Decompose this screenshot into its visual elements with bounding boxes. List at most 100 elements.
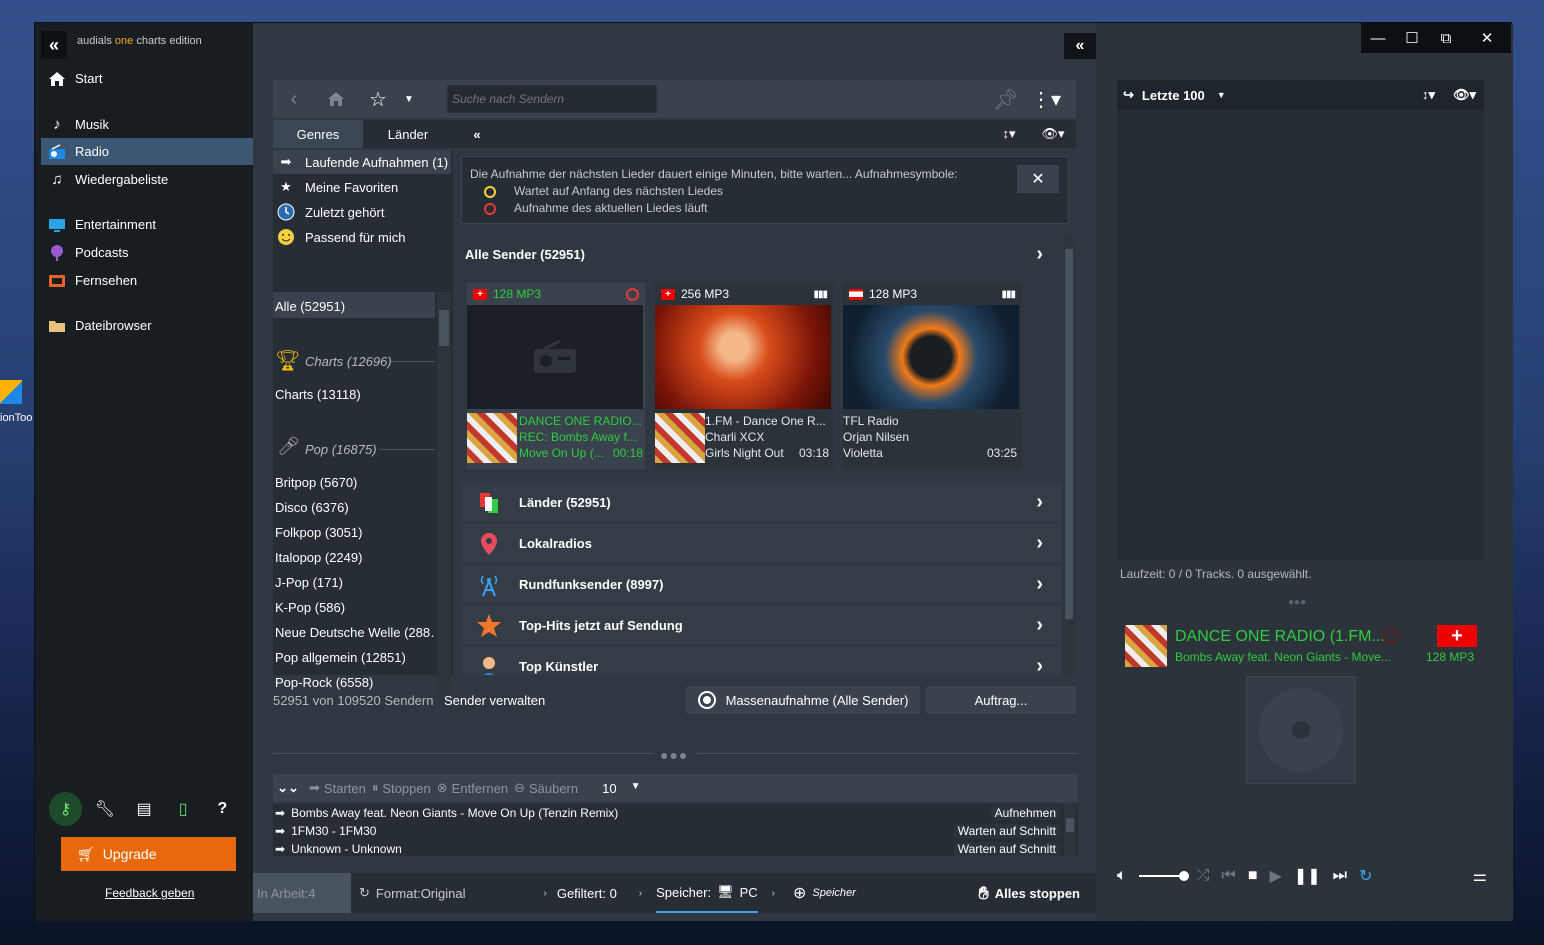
category-rundfunksender[interactable]: Rundfunksender (8997) ›: [461, 565, 1061, 603]
in-arbeit-status[interactable]: In Arbeit:4: [253, 873, 351, 913]
nav-dateibrowser[interactable]: Dateibrowser: [41, 312, 253, 339]
station-card[interactable]: + 128 MP3 DANCE ONE RADIO... REC: Bombs …: [467, 283, 645, 469]
dropdown-arrow-icon[interactable]: ▼: [1217, 90, 1226, 100]
playlist-title[interactable]: Letzte 100: [1142, 88, 1205, 103]
stations-scrollbar[interactable]: [1063, 235, 1075, 675]
genre-item[interactable]: Pop allgemein (12851): [275, 650, 406, 665]
genre-item[interactable]: Disco (6376): [275, 500, 349, 515]
download-scrollbar[interactable]: [1064, 804, 1076, 856]
tab-laender[interactable]: Länder: [363, 120, 453, 148]
genre-item[interactable]: Italopop (2249): [275, 550, 362, 565]
genre-item[interactable]: K-Pop (586): [275, 600, 345, 615]
star-dropdown-icon[interactable]: ▼: [399, 80, 419, 118]
nav-musik[interactable]: ♪ Musik: [41, 111, 253, 138]
stop-all-button[interactable]: ✋︎ Alles stoppen: [978, 883, 1080, 904]
add-speicher-button[interactable]: ⊕ Speicher: [793, 883, 856, 903]
genre-all[interactable]: Alle (52951): [275, 299, 345, 314]
station-card[interactable]: 128 MP3 ▮▮▮ TFL Radio Orjan Nilsen Viole…: [843, 283, 1021, 469]
help-icon[interactable]: ?: [206, 792, 239, 826]
restore-icon[interactable]: ⧉: [1429, 23, 1463, 53]
category-top-hits[interactable]: Top-Hits jetzt auf Sendung ›: [461, 606, 1061, 644]
sort-icon[interactable]: ↕▾: [989, 120, 1029, 148]
feedback-link[interactable]: Feedback geben: [105, 886, 194, 900]
close-info-button[interactable]: ✕: [1017, 165, 1059, 193]
category-laender[interactable]: Länder (52951) ›: [461, 483, 1061, 521]
minimize-icon[interactable]: —: [1361, 23, 1395, 53]
download-row[interactable]: ➡ 1FM30 - 1FM30 Warten auf Schnitt: [273, 822, 1078, 840]
speicher-selector[interactable]: Speicher: 🖥︎ PC: [656, 873, 758, 913]
download-row[interactable]: ➡ Unknown - Unknown Warten auf Schnitt: [273, 840, 1078, 858]
next-icon[interactable]: ⏭︎: [1333, 867, 1347, 885]
wrench-icon[interactable]: 🔧︎: [88, 792, 121, 826]
scrollbar-thumb[interactable]: [1065, 249, 1073, 619]
all-stations-header[interactable]: Alle Sender (52951) ›: [461, 235, 1061, 273]
genre-item[interactable]: J-Pop (171): [275, 575, 343, 590]
panel-splitter-handle[interactable]: ●●●: [1288, 597, 1306, 608]
quick-laufende-aufnahmen[interactable]: ➡ Laufende Aufnahmen (1): [273, 150, 451, 174]
more-menu-icon[interactable]: ⋮▾: [1025, 80, 1067, 118]
play-icon[interactable]: ▶: [1270, 866, 1282, 886]
collapse-left-button[interactable]: «: [1064, 33, 1096, 59]
desktop-app-icon[interactable]: [0, 380, 22, 404]
quick-zuletzt[interactable]: Zuletzt gehört: [273, 200, 451, 224]
splitter-handle[interactable]: ●●●: [660, 747, 688, 763]
manage-stations-link[interactable]: Sender verwalten: [444, 693, 545, 708]
clean-button[interactable]: ⊖ Säubern: [514, 780, 578, 796]
remove-button[interactable]: ⊗ Entfernen: [437, 780, 508, 796]
view-eye-icon[interactable]: 👁︎▾: [1453, 87, 1476, 103]
stop-button[interactable]: ⏸︎ Stoppen: [372, 780, 431, 796]
sort-icon[interactable]: ↕▾: [1422, 87, 1435, 103]
equalizer-icon[interactable]: ⚌: [1473, 866, 1487, 886]
genre-item[interactable]: Pop-Rock (6558): [275, 675, 373, 690]
repeat-icon[interactable]: ↻: [1359, 866, 1372, 886]
quick-passend[interactable]: Passend für mich: [273, 225, 451, 249]
count-select[interactable]: 10 ▼: [602, 781, 640, 796]
paint-roller-icon[interactable]: ▤: [127, 792, 160, 826]
shuffle-icon[interactable]: ⤮: [1197, 867, 1210, 885]
format-status[interactable]: ↻ Format:Original: [359, 885, 465, 901]
genre-charts[interactable]: Charts (13118): [275, 387, 361, 402]
start-button[interactable]: ➡ Starten: [309, 780, 366, 796]
view-eye-icon[interactable]: 👁︎▾: [1033, 120, 1073, 148]
quick-favoriten[interactable]: ★ Meine Favoriten: [273, 175, 451, 199]
station-card[interactable]: + 256 MP3 ▮▮▮ 1.FM - Dance One R... Char…: [655, 283, 833, 469]
collapse-down-icon[interactable]: ⌄⌄: [273, 780, 303, 796]
nav-wiedergabeliste[interactable]: ♫ Wiedergabeliste: [41, 166, 253, 193]
volume-knob[interactable]: [1178, 871, 1189, 881]
previous-icon[interactable]: ⏮︎: [1221, 867, 1235, 885]
close-icon[interactable]: ✕: [1463, 23, 1511, 53]
upgrade-button[interactable]: 🛒︎ Upgrade: [61, 837, 236, 871]
pin-icon[interactable]: 📌︎: [985, 80, 1027, 118]
category-top-kuenstler[interactable]: Top Künstler ›: [461, 647, 1061, 675]
auftrag-button[interactable]: Auftrag...: [926, 686, 1076, 714]
station-search-input[interactable]: [447, 85, 657, 113]
home-button-icon[interactable]: [315, 80, 357, 118]
mass-recording-button[interactable]: Massenaufnahme (Alle Sender): [686, 686, 920, 714]
nav-fernsehen[interactable]: Fernsehen: [41, 267, 253, 294]
nav-radio[interactable]: Radio: [41, 138, 253, 165]
volume-slider[interactable]: [1138, 871, 1189, 881]
category-lokalradios[interactable]: Lokalradios ›: [461, 524, 1061, 562]
genre-item[interactable]: Folkpop (3051): [275, 525, 362, 540]
stop-icon[interactable]: ■: [1248, 867, 1258, 885]
star-icon[interactable]: ☆: [357, 80, 399, 118]
pause-icon[interactable]: ❚❚: [1294, 866, 1321, 886]
key-icon[interactable]: ⚷: [49, 792, 83, 826]
back-icon[interactable]: ‹: [273, 80, 315, 118]
sidebar-collapse-button[interactable]: «: [41, 31, 67, 59]
nav-entertainment[interactable]: Entertainment: [41, 211, 253, 238]
maximize-icon[interactable]: ☐: [1395, 23, 1429, 53]
nav-podcasts[interactable]: Podcasts: [41, 239, 253, 266]
nav-start[interactable]: Start: [41, 65, 253, 92]
genre-scrollbar[interactable]: [437, 292, 451, 697]
collapse-genres-icon[interactable]: «: [465, 120, 489, 148]
genre-item[interactable]: Britpop (5670): [275, 475, 357, 490]
download-row[interactable]: ➡ Bombs Away feat. Neon Giants - Move On …: [273, 804, 1078, 822]
volume-icon[interactable]: 🔈︎: [1117, 867, 1127, 885]
gefiltert-status[interactable]: Gefiltert: 0: [557, 886, 617, 901]
scrollbar-thumb[interactable]: [439, 310, 449, 346]
tab-genres[interactable]: Genres: [273, 120, 363, 148]
scrollbar-thumb[interactable]: [1066, 818, 1074, 832]
genre-item[interactable]: Neue Deutsche Welle (288…: [275, 625, 435, 640]
phone-icon[interactable]: ▯: [167, 792, 200, 826]
